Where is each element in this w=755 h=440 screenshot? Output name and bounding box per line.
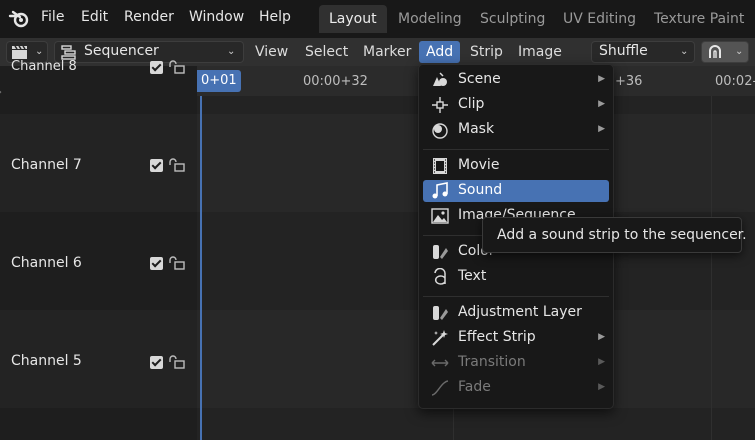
chevron-down-icon: ⌄: [680, 46, 689, 57]
transition-icon: [431, 359, 449, 367]
overlap-mode-dropdown[interactable]: Shuffle ⌄: [591, 41, 695, 63]
view-type-dropdown[interactable]: Sequencer ⌄: [54, 41, 244, 63]
grid-line: [711, 96, 712, 440]
add-menu-item-scene[interactable]: Scene ▶: [423, 69, 609, 91]
sound-icon: [432, 182, 448, 199]
panel-collapse-arrow-icon[interactable]: ›: [0, 87, 2, 98]
tab-layout[interactable]: Layout: [319, 5, 387, 33]
menu-window[interactable]: Window: [189, 9, 244, 25]
add-menu-item-sound[interactable]: Sound: [423, 180, 609, 202]
channel-7-mute-checkbox[interactable]: [150, 159, 163, 172]
view-type-label: Sequencer: [84, 43, 159, 59]
add-menu-item-transition[interactable]: Transition ▶: [423, 352, 609, 374]
submenu-arrow-icon: ▶: [598, 357, 605, 367]
menu-view[interactable]: View: [248, 41, 295, 63]
add-menu-item-movie[interactable]: Movie: [423, 155, 609, 177]
add-menu-item-clip[interactable]: Clip ▶: [423, 94, 609, 116]
menu-marker[interactable]: Marker: [356, 41, 418, 63]
chevron-down-icon: ⌄: [735, 46, 744, 57]
menu-item-label: Sound: [458, 182, 503, 198]
channel-7-lock-icon[interactable]: [168, 158, 186, 172]
submenu-arrow-icon: ▶: [598, 124, 605, 134]
sequencer-header: ⌄ Sequencer ⌄ View Select Marker Add Str…: [0, 38, 755, 66]
menu-separator: [423, 296, 609, 297]
add-menu-item-text[interactable]: Text: [423, 266, 609, 288]
magnet-icon: [709, 45, 721, 58]
tooltip-text: Add a sound strip to the sequencer.: [497, 227, 747, 243]
submenu-arrow-icon: ▶: [598, 99, 605, 109]
menu-item-label: Effect Strip: [458, 329, 536, 345]
channel-label-5[interactable]: Channel 5: [11, 353, 82, 369]
add-menu-item-adjustment-layer[interactable]: Adjustment Layer: [423, 302, 609, 324]
movie-icon: [433, 158, 447, 174]
ruler-tick-label: +36: [615, 74, 643, 89]
menu-item-label: Transition: [458, 354, 526, 370]
overlap-mode-label: Shuffle: [599, 43, 648, 59]
channel-5-lock-icon[interactable]: [168, 355, 186, 369]
chevron-down-icon: ⌄: [227, 46, 236, 57]
channel-8-mute-checkbox[interactable]: [150, 61, 163, 74]
ruler-tick-label: 00:02-: [715, 74, 755, 89]
mask-icon: [432, 123, 448, 139]
menu-item-label: Clip: [458, 96, 485, 112]
tab-sculpting[interactable]: Sculpting: [470, 5, 555, 33]
image-icon: [431, 208, 449, 224]
channel-row-background: [0, 408, 197, 440]
scene-icon: [433, 72, 447, 86]
clip-icon: [432, 97, 448, 113]
timeline-row-background: [197, 408, 755, 440]
add-menu-item-effect-strip[interactable]: Effect Strip ▶: [423, 327, 609, 349]
fade-icon: [431, 380, 449, 396]
clapperboard-icon: [12, 45, 27, 59]
effect-strip-icon: [432, 330, 448, 346]
menu-item-label: Mask: [458, 121, 495, 137]
tab-texture-paint[interactable]: Texture Paint: [644, 5, 754, 33]
tab-modeling[interactable]: Modeling: [388, 5, 472, 33]
menu-separator: [423, 149, 609, 150]
submenu-arrow-icon: ▶: [598, 332, 605, 342]
color-icon: [433, 245, 448, 259]
tab-uv-editing[interactable]: UV Editing: [553, 5, 646, 33]
channel-6-mute-checkbox[interactable]: [150, 257, 163, 270]
channel-label-6[interactable]: Channel 6: [11, 255, 82, 271]
menu-item-label: Movie: [458, 157, 500, 173]
snapping-toggle[interactable]: ⌄: [701, 41, 749, 63]
channel-6-lock-icon[interactable]: [168, 256, 186, 270]
menu-strip[interactable]: Strip: [463, 41, 510, 63]
menu-help[interactable]: Help: [259, 9, 291, 25]
menu-item-label: Scene: [458, 71, 501, 87]
menu-add[interactable]: Add: [419, 41, 461, 63]
chevron-down-icon: ⌄: [35, 46, 44, 57]
menu-item-label: Fade: [458, 379, 491, 395]
add-menu-item-fade[interactable]: Fade ▶: [423, 377, 609, 399]
sound-tooltip: Add a sound strip to the sequencer.: [482, 217, 747, 253]
menu-image[interactable]: Image: [511, 41, 569, 63]
channel-label-7[interactable]: Channel 7: [11, 157, 82, 173]
channel-8-lock-icon[interactable]: [168, 60, 186, 74]
menu-select[interactable]: Select: [298, 41, 355, 63]
submenu-arrow-icon: ▶: [598, 382, 605, 392]
add-menu-item-mask[interactable]: Mask ▶: [423, 119, 609, 141]
channel-label-8[interactable]: Channel 8: [11, 59, 77, 74]
top-menu-bar: File Edit Render Window Help Layout Mode…: [0, 0, 755, 38]
channel-5-mute-checkbox[interactable]: [150, 356, 163, 369]
playhead-line[interactable]: [200, 96, 202, 440]
ruler-tick-label: 00:00+32: [303, 74, 368, 89]
menu-render[interactable]: Render: [124, 9, 174, 25]
channel-panel: Channel 8 › Channel 7 Channel 6 Channel …: [0, 59, 197, 440]
menu-item-label: Text: [458, 268, 487, 284]
current-frame-indicator[interactable]: 0+01: [197, 70, 241, 92]
text-icon: [434, 268, 446, 285]
menu-item-label: Adjustment Layer: [458, 304, 582, 320]
submenu-arrow-icon: ▶: [598, 74, 605, 84]
sequencer-icon: [61, 45, 76, 60]
menu-file[interactable]: File: [41, 9, 64, 25]
blender-logo-icon[interactable]: [8, 8, 30, 30]
adjustment-layer-icon: [433, 306, 448, 320]
menu-edit[interactable]: Edit: [81, 9, 108, 25]
